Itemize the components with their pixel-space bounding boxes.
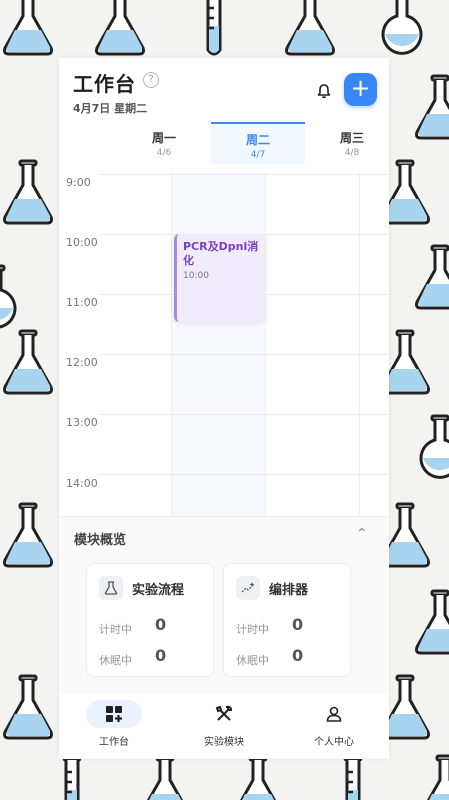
current-date: 4月7日 星期二 — [73, 102, 148, 115]
tab-label: 工作台 — [99, 737, 129, 748]
timing-label: 计时中 — [236, 623, 269, 636]
sleep-count: 0 — [155, 646, 167, 665]
grid-line — [99, 414, 389, 415]
dashboard-icon — [106, 706, 122, 722]
module-name: 编排器 — [269, 583, 309, 598]
bottom-tab-bar: 工作台 实验模块 个人中心 — [59, 694, 389, 758]
tab-label: 实验模块 — [204, 737, 244, 748]
time-label: 12:00 — [66, 356, 98, 369]
page-title: 工作台 — [73, 72, 136, 96]
chevron-up-icon[interactable]: ⌃ — [356, 526, 368, 542]
timing-count: 0 — [155, 615, 167, 634]
grid-divider — [265, 172, 266, 516]
tab-modules[interactable]: 实验模块 — [169, 694, 279, 758]
event-time: 10:00 — [183, 271, 209, 281]
day-column-header[interactable]: 周三 4/8 — [305, 122, 399, 162]
grid-divider — [171, 172, 172, 516]
day-date: 4/6 — [156, 148, 172, 158]
workbench-card: 工作台 ? 4月7日 星期二 + 周一 4/6 周二 4/7 周三 4/8 9:… — [59, 58, 389, 759]
day-date: 4/8 — [344, 148, 360, 158]
day-date: 4/7 — [250, 150, 266, 160]
tab-profile[interactable]: 个人中心 — [279, 694, 389, 758]
week-day-header: 周一 4/6 周二 4/7 周三 4/8 — [99, 122, 389, 164]
sparkle-icon — [236, 576, 260, 600]
sleep-label: 休眠中 — [99, 654, 132, 667]
sleep-count: 0 — [292, 646, 304, 665]
header: 工作台 ? 4月7日 星期二 + — [59, 58, 389, 128]
module-card-orchestrator[interactable]: 编排器 计时中 0 休眠中 0 — [223, 563, 351, 677]
day-column-header[interactable]: 周一 4/6 — [117, 122, 211, 162]
grid-line — [99, 474, 389, 475]
day-name: 周一 — [151, 131, 176, 145]
event-title: PCR及Dpnl消化 — [183, 240, 259, 267]
plus-icon: + — [350, 74, 371, 102]
time-label: 9:00 — [66, 176, 91, 189]
tab-label: 个人中心 — [314, 737, 354, 748]
day-column-header-active[interactable]: 周二 4/7 — [211, 122, 305, 164]
module-card-workflow[interactable]: 实验流程 计时中 0 休眠中 0 — [86, 563, 214, 677]
day-name: 周二 — [245, 133, 270, 147]
calendar-event[interactable]: PCR及Dpnl消化 10:00 — [174, 234, 265, 322]
sleep-label: 休眠中 — [236, 654, 269, 667]
add-button[interactable]: + — [344, 73, 377, 106]
tools-icon — [215, 705, 233, 721]
question-circle-icon[interactable]: ? — [143, 72, 159, 88]
user-icon — [326, 706, 342, 722]
grid-line — [99, 174, 389, 175]
time-label: 10:00 — [66, 236, 98, 249]
flask-icon — [99, 576, 123, 600]
timing-count: 0 — [292, 615, 304, 634]
day-name: 周三 — [339, 131, 364, 145]
today-column — [171, 172, 265, 516]
calendar-grid[interactable]: 9:00 10:00 11:00 12:00 13:00 14:00 PCR及D… — [59, 172, 389, 516]
grid-line — [99, 354, 389, 355]
bell-icon[interactable] — [315, 82, 333, 100]
time-label: 11:00 — [66, 296, 98, 309]
grid-divider — [359, 172, 360, 516]
module-name: 实验流程 — [132, 583, 185, 598]
tab-workbench[interactable]: 工作台 — [59, 694, 169, 758]
time-label: 13:00 — [66, 416, 98, 429]
module-overview-title: 模块概览 — [74, 533, 127, 548]
timing-label: 计时中 — [99, 623, 132, 636]
time-label: 14:00 — [66, 477, 98, 490]
